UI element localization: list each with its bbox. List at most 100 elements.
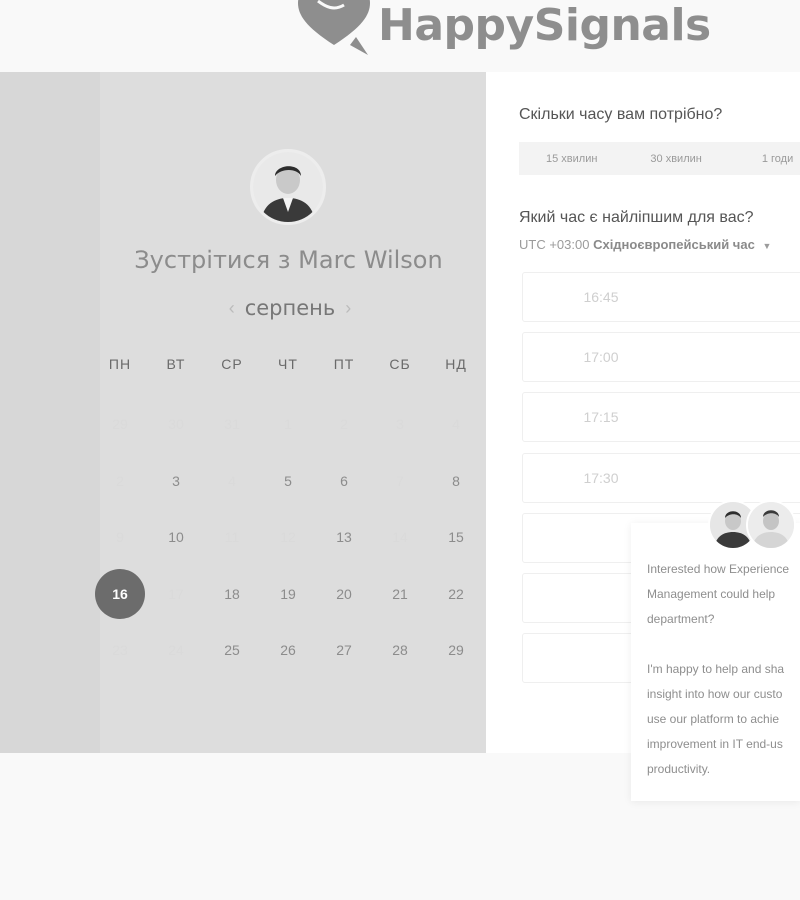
day-number: 29 [112, 416, 128, 433]
weekday-label: ПТ [333, 356, 355, 372]
chat-line: productivity. [647, 762, 711, 776]
day-number: 19 [280, 585, 296, 602]
calendar-day: 11 [204, 509, 260, 566]
day-number: 11 [224, 529, 240, 546]
calendar-day[interactable]: 15 [428, 509, 484, 566]
calendar-day[interactable]: 28 [372, 622, 428, 679]
time-slot[interactable]: 17:30 [522, 453, 800, 503]
day-number: 16 [112, 585, 128, 602]
weekday-label: СБ [389, 356, 411, 372]
calendar-week: 2 3 4 5 6 7 8 [92, 453, 484, 510]
brand-wordmark: HappySignals [378, 0, 711, 51]
time-slot[interactable]: 17:15 [522, 392, 800, 442]
chevron-left-icon[interactable]: ‹ [219, 298, 245, 319]
calendar-day[interactable]: 8 [428, 453, 484, 510]
chat-line: department? [647, 612, 715, 626]
calendar-day[interactable]: 29 [428, 622, 484, 679]
timezone-select[interactable]: UTC +03:00 Східноєвропейський час ▼ [519, 237, 771, 252]
day-number: 20 [336, 585, 352, 602]
day-number: 29 [448, 642, 464, 659]
day-number: 1 [284, 416, 292, 433]
day-number: 12 [280, 529, 296, 546]
duration-option-60[interactable]: 1 годи [762, 153, 793, 165]
day-number: 8 [452, 472, 460, 489]
timezone-name: Східноєвропейський час [593, 237, 755, 252]
calendar-day[interactable]: 26 [260, 622, 316, 679]
calendar-day: 4 [428, 396, 484, 453]
day-number: 23 [112, 642, 128, 659]
duration-option-15[interactable]: 15 хвилин [546, 153, 597, 165]
day-number: 18 [224, 585, 240, 602]
host-avatar [250, 149, 326, 225]
day-number: 4 [452, 416, 460, 433]
calendar-grid: 29 30 31 1 2 3 4 2 3 4 5 6 7 8 9 10 11 12 13 14 15 16 17 18 19 20… [92, 396, 484, 679]
day-number: 30 [168, 416, 184, 433]
calendar-week: 9 10 11 12 13 14 15 [92, 509, 484, 566]
calendar-day: 7 [372, 453, 428, 510]
day-number: 6 [340, 472, 348, 489]
panel-shade [0, 72, 100, 753]
day-number: 13 [336, 529, 352, 546]
calendar-day[interactable]: 13 [316, 509, 372, 566]
weekday-label: ПН [108, 356, 132, 372]
calendar-day[interactable]: 18 [204, 566, 260, 623]
calendar-day[interactable]: 10 [148, 509, 204, 566]
timezone-offset: UTC +03:00 [519, 237, 590, 252]
chevron-right-icon[interactable]: › [335, 298, 361, 319]
calendar-day: 24 [148, 622, 204, 679]
calendar-day[interactable]: 20 [316, 566, 372, 623]
heart-chat-icon [298, 0, 370, 55]
chat-line: use our platform to achie [647, 712, 780, 726]
day-number: 24 [168, 642, 184, 659]
time-slot[interactable]: 17:00 [522, 332, 800, 382]
day-number: 17 [168, 585, 184, 602]
chat-agent-avatars [708, 500, 796, 552]
chat-agent-avatar [746, 500, 796, 550]
time-question: Який час є найліпшим для вас? [519, 209, 754, 226]
weekday-label: ВТ [166, 356, 186, 372]
day-number: 2 [116, 472, 124, 489]
calendar-week: 16 17 18 19 20 21 22 [92, 566, 484, 623]
calendar-day: 2 [316, 396, 372, 453]
calendar-day[interactable]: 3 [148, 453, 204, 510]
duration-option-30[interactable]: 30 хвилин [650, 153, 701, 165]
calendar-day: 29 [92, 396, 148, 453]
month-label: серпень [244, 296, 336, 320]
calendar-day[interactable]: 25 [204, 622, 260, 679]
calendar-day[interactable]: 22 [428, 566, 484, 623]
day-number: 3 [396, 416, 404, 433]
calendar-day: 1 [260, 396, 316, 453]
calendar-day[interactable]: 5 [260, 453, 316, 510]
day-number: 25 [224, 642, 240, 659]
chat-line: I'm happy to help and sha [647, 662, 785, 676]
calendar-week: 23 24 25 26 27 28 29 [92, 622, 484, 679]
calendar-day[interactable]: 27 [316, 622, 372, 679]
weekday-label: НД [445, 356, 467, 372]
day-number: 14 [392, 529, 408, 546]
calendar-day[interactable]: 6 [316, 453, 372, 510]
chevron-down-icon: ▼ [762, 241, 772, 251]
chat-line: Interested how Experience [647, 562, 790, 576]
day-number: 21 [392, 585, 408, 602]
day-number: 2 [340, 416, 348, 433]
calendar-day[interactable]: 21 [372, 566, 428, 623]
calendar-day: 9 [92, 509, 148, 566]
calendar-day-selected[interactable]: 16 [92, 566, 148, 623]
brand-logo[interactable]: HappySignals [298, 0, 711, 56]
calendar-day: 12 [260, 509, 316, 566]
calendar-day: 14 [372, 509, 428, 566]
calendar-day: 4 [204, 453, 260, 510]
day-number: 22 [448, 585, 464, 602]
day-number: 10 [168, 529, 184, 546]
day-number: 26 [280, 642, 296, 659]
time-slot[interactable]: 16:45 [522, 272, 800, 322]
month-navigator: ‹ серпень › [220, 296, 360, 320]
day-number: 28 [392, 642, 408, 659]
calendar-day[interactable]: 19 [260, 566, 316, 623]
chat-line: improvement in IT end-us [647, 737, 783, 751]
calendar-day: 3 [372, 396, 428, 453]
day-number: 15 [448, 529, 464, 546]
chat-popup[interactable]: Interested how Experience Management cou… [631, 523, 800, 801]
day-number: 4 [228, 472, 236, 489]
day-number: 7 [396, 472, 404, 489]
